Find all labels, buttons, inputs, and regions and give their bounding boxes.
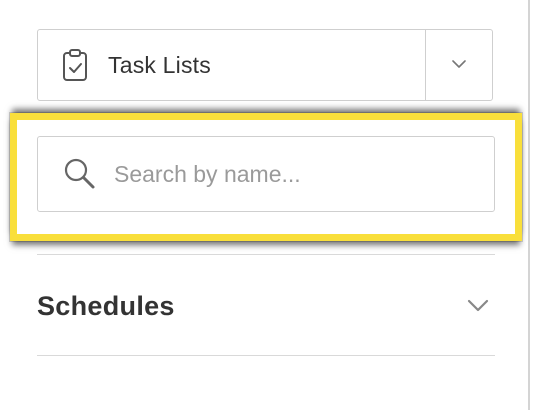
chevron-down-icon	[452, 56, 466, 74]
search-box[interactable]	[37, 136, 495, 212]
task-list-selector-main[interactable]: Task Lists	[38, 30, 425, 100]
clipboard-check-icon	[60, 47, 90, 83]
task-list-dropdown-toggle[interactable]	[425, 30, 492, 100]
schedules-section-header[interactable]: Schedules	[37, 276, 495, 336]
search-icon	[60, 154, 100, 194]
task-list-selector[interactable]: Task Lists	[37, 29, 493, 101]
divider	[37, 254, 495, 255]
task-list-selector-label: Task Lists	[108, 51, 211, 78]
panel-edge	[528, 0, 530, 410]
schedules-title: Schedules	[37, 290, 175, 321]
search-input[interactable]	[114, 160, 454, 188]
divider	[37, 355, 495, 356]
chevron-down-icon[interactable]	[463, 291, 493, 321]
